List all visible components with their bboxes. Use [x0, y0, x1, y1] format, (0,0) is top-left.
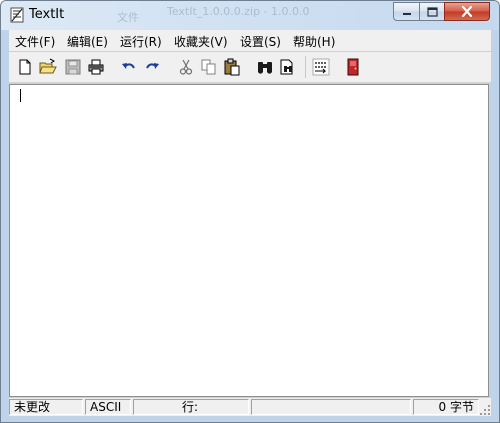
position-status: [251, 399, 411, 415]
menu-file[interactable]: 文件(F): [15, 33, 55, 50]
title-bar[interactable]: TextIt 文件 TextIt_1.0.0.0.zip - 1.0.0.0: [1, 1, 499, 30]
app-window: TextIt 文件 TextIt_1.0.0.0.zip - 1.0.0.0 文…: [0, 0, 500, 423]
menu-edit[interactable]: 编辑(E): [67, 33, 108, 50]
copy-icon: [201, 59, 216, 75]
line-status: 行:: [133, 399, 249, 415]
menu-settings[interactable]: 设置(S): [240, 33, 281, 50]
background-window-label: 文件: [117, 11, 139, 24]
redo-icon: [146, 63, 159, 69]
redo-button[interactable]: [143, 58, 161, 76]
window-title: TextIt: [29, 7, 65, 22]
word-wrap-icon: [312, 58, 330, 76]
paste-icon: [224, 58, 240, 76]
toolbar: [9, 52, 491, 83]
maximize-button[interactable]: [419, 2, 445, 21]
find-button[interactable]: [256, 58, 274, 76]
text-editor[interactable]: [9, 84, 489, 397]
encoding-status: ASCII: [85, 399, 131, 415]
exit-door-icon: [347, 58, 359, 76]
close-icon: [461, 6, 473, 17]
copy-button[interactable]: [200, 58, 218, 76]
paste-button[interactable]: [223, 58, 241, 76]
exit-button[interactable]: [344, 58, 362, 76]
find-binoculars-icon: [257, 62, 273, 74]
print-icon: [88, 59, 104, 75]
find-next-icon: [280, 59, 293, 75]
close-button[interactable]: [444, 2, 490, 21]
menu-favorites[interactable]: 收藏夹(V): [174, 33, 228, 50]
open-folder-icon: [39, 58, 57, 74]
find-next-button[interactable]: [279, 58, 297, 76]
modified-status: 未更改: [9, 399, 83, 415]
char-count-status: 0 字节: [413, 399, 479, 415]
undo-button[interactable]: [120, 58, 138, 76]
menu-help[interactable]: 帮助(H): [293, 33, 335, 50]
status-bar: 未更改 ASCII 行: 0 字节: [9, 398, 491, 416]
save-button[interactable]: [64, 58, 82, 76]
resize-grip-icon[interactable]: [479, 404, 491, 416]
textit-app-icon: [9, 7, 25, 23]
menu-bar: 文件(F) 编辑(E) 运行(R) 收藏夹(V) 设置(S) 帮助(H): [9, 30, 491, 51]
menu-run[interactable]: 运行(R): [120, 33, 162, 50]
save-disk-icon: [65, 59, 81, 75]
toolbar-separator: [305, 56, 306, 78]
maximize-icon: [426, 6, 438, 17]
undo-icon: [122, 63, 135, 69]
background-window-tab: TextIt_1.0.0.0.zip - 1.0.0.0: [167, 5, 310, 18]
print-button[interactable]: [87, 58, 105, 76]
text-caret: [20, 89, 21, 102]
open-file-button[interactable]: [39, 58, 57, 76]
minimize-icon: [402, 12, 411, 15]
word-wrap-button[interactable]: [312, 58, 330, 76]
cut-icon: [179, 59, 193, 75]
new-file-icon: [19, 59, 31, 75]
minimize-button[interactable]: [393, 2, 420, 21]
new-file-button[interactable]: [16, 58, 34, 76]
cut-button[interactable]: [177, 58, 195, 76]
